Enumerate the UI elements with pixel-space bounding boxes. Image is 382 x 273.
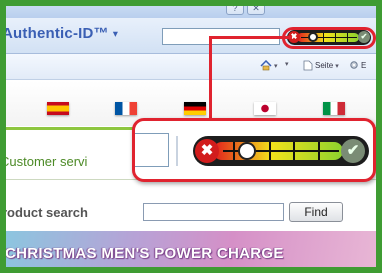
green-border-frame bbox=[0, 0, 382, 273]
